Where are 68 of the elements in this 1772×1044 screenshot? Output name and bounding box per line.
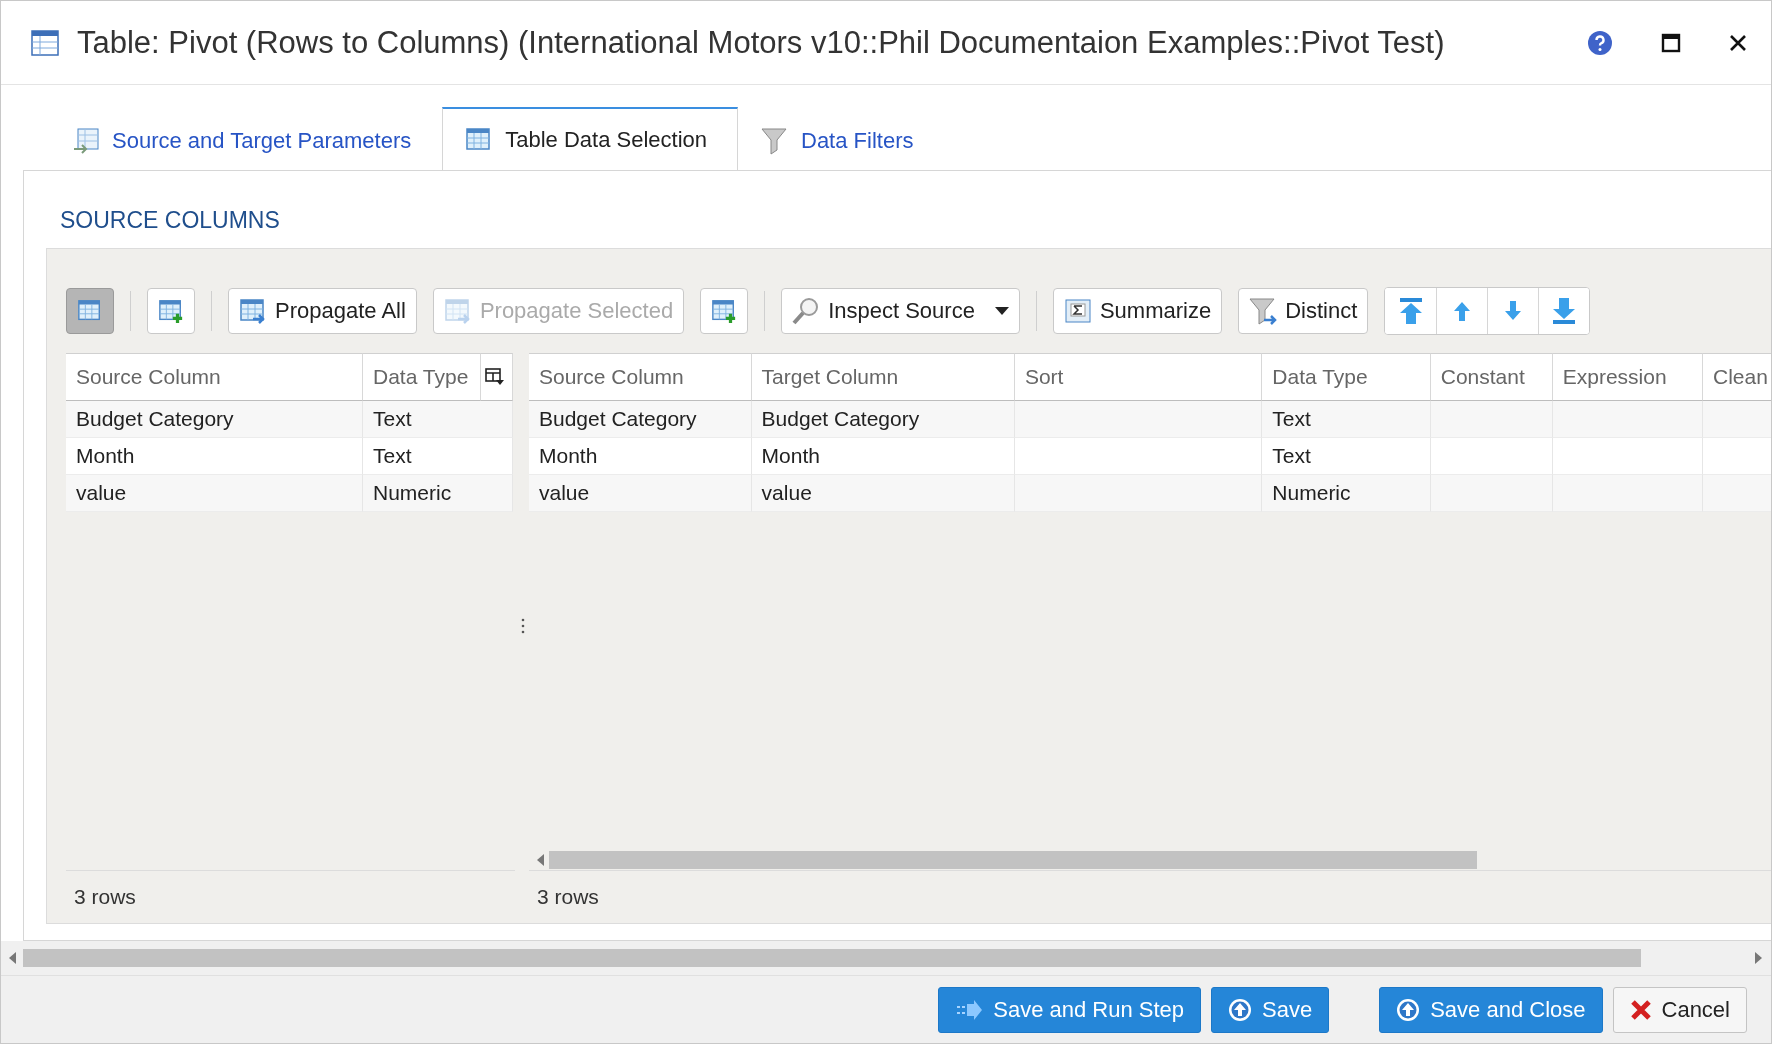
cancel-button[interactable]: Cancel <box>1612 986 1747 1033</box>
table-add-icon <box>158 297 184 325</box>
table-cell: Text <box>1262 401 1431 438</box>
table-arrow-icon <box>443 297 472 325</box>
table-cell: Month <box>66 438 363 475</box>
table-cell: Budget Category <box>66 401 363 438</box>
splitter-handle[interactable] <box>521 618 525 634</box>
column-header[interactable]: Target Column <box>751 353 1015 401</box>
arrow-right-icon <box>955 998 984 1021</box>
table-cell: value <box>529 475 752 512</box>
inspect-source-dropdown[interactable]: Inspect Source <box>781 288 1020 334</box>
funnel-icon <box>1249 296 1278 326</box>
propagate-button[interactable]: Propagate All <box>228 288 417 334</box>
row-count: 3 rows <box>74 885 136 909</box>
window-title: Table: Pivot (Rows to Columns) (International Motors v10::Phil Documentaion Examples::Pivot Test) <box>77 24 1446 61</box>
close-icon[interactable] <box>1729 33 1747 52</box>
scroll-left-icon[interactable] <box>9 952 17 964</box>
table-cell: value <box>66 475 363 512</box>
column-header[interactable]: Clean <box>1703 353 1771 401</box>
grid-toggle-button[interactable] <box>66 288 114 334</box>
table-cell: Numeric <box>1262 475 1431 512</box>
caret-icon <box>994 307 1009 315</box>
column-chooser-icon[interactable] <box>485 367 505 387</box>
table-cell: Budget Category <box>751 401 1015 438</box>
section-title: SOURCE COLUMNS <box>60 207 281 234</box>
scrollbar-thumb[interactable] <box>23 949 1641 967</box>
upload-icon <box>1228 997 1253 1022</box>
distinct-button[interactable]: Distinct <box>1238 288 1369 334</box>
column-header[interactable]: Expression <box>1552 353 1704 401</box>
table-cell: Numeric <box>363 475 513 512</box>
column-header[interactable]: Data Type <box>363 353 481 401</box>
save-button[interactable]: Save <box>1211 986 1330 1033</box>
column-header[interactable]: Sort <box>1014 353 1263 401</box>
add-column-button[interactable] <box>147 288 195 334</box>
column-header[interactable]: Source Column <box>66 353 363 401</box>
table-arrow-icon <box>239 297 267 325</box>
column-header[interactable]: Source Column <box>529 353 752 401</box>
search-icon <box>792 297 821 325</box>
move-button[interactable] <box>1538 288 1590 334</box>
table-cell: Text <box>363 401 513 438</box>
table-icon <box>31 29 59 56</box>
move-bottom-icon <box>1551 297 1578 325</box>
table-cell: Month <box>529 438 752 475</box>
table-cell: value <box>751 475 1015 512</box>
table-cell: Budget Category <box>529 401 752 438</box>
row-count: 3 rows <box>537 885 599 909</box>
table-cell: Month <box>751 438 1015 475</box>
table-add-icon <box>711 297 738 325</box>
table-cell: Text <box>1262 438 1431 475</box>
funnel-icon <box>761 126 789 156</box>
sigma-icon <box>1063 297 1092 325</box>
maximize-icon[interactable] <box>1661 32 1681 53</box>
tab[interactable]: Table Data Selection <box>442 107 738 171</box>
add-column-button[interactable] <box>700 288 749 334</box>
table-arrow-icon <box>72 127 100 155</box>
scrollbar-thumb[interactable] <box>549 851 1477 869</box>
close-icon <box>1629 998 1652 1021</box>
help-icon[interactable] <box>1587 29 1613 56</box>
save-button[interactable]: Save and Run Step <box>938 986 1202 1033</box>
column-header[interactable]: Constant <box>1430 353 1553 401</box>
column-header[interactable]: Data Type <box>1262 353 1431 401</box>
table-cell: Text <box>363 438 513 475</box>
save-button[interactable]: Save and Close <box>1379 986 1603 1033</box>
scroll-left-icon[interactable] <box>537 854 545 866</box>
move-top-icon <box>1397 297 1424 325</box>
scroll-right-icon[interactable] <box>1755 952 1763 964</box>
summarize-button[interactable]: Summarize <box>1052 288 1223 334</box>
upload-icon <box>1396 997 1421 1022</box>
